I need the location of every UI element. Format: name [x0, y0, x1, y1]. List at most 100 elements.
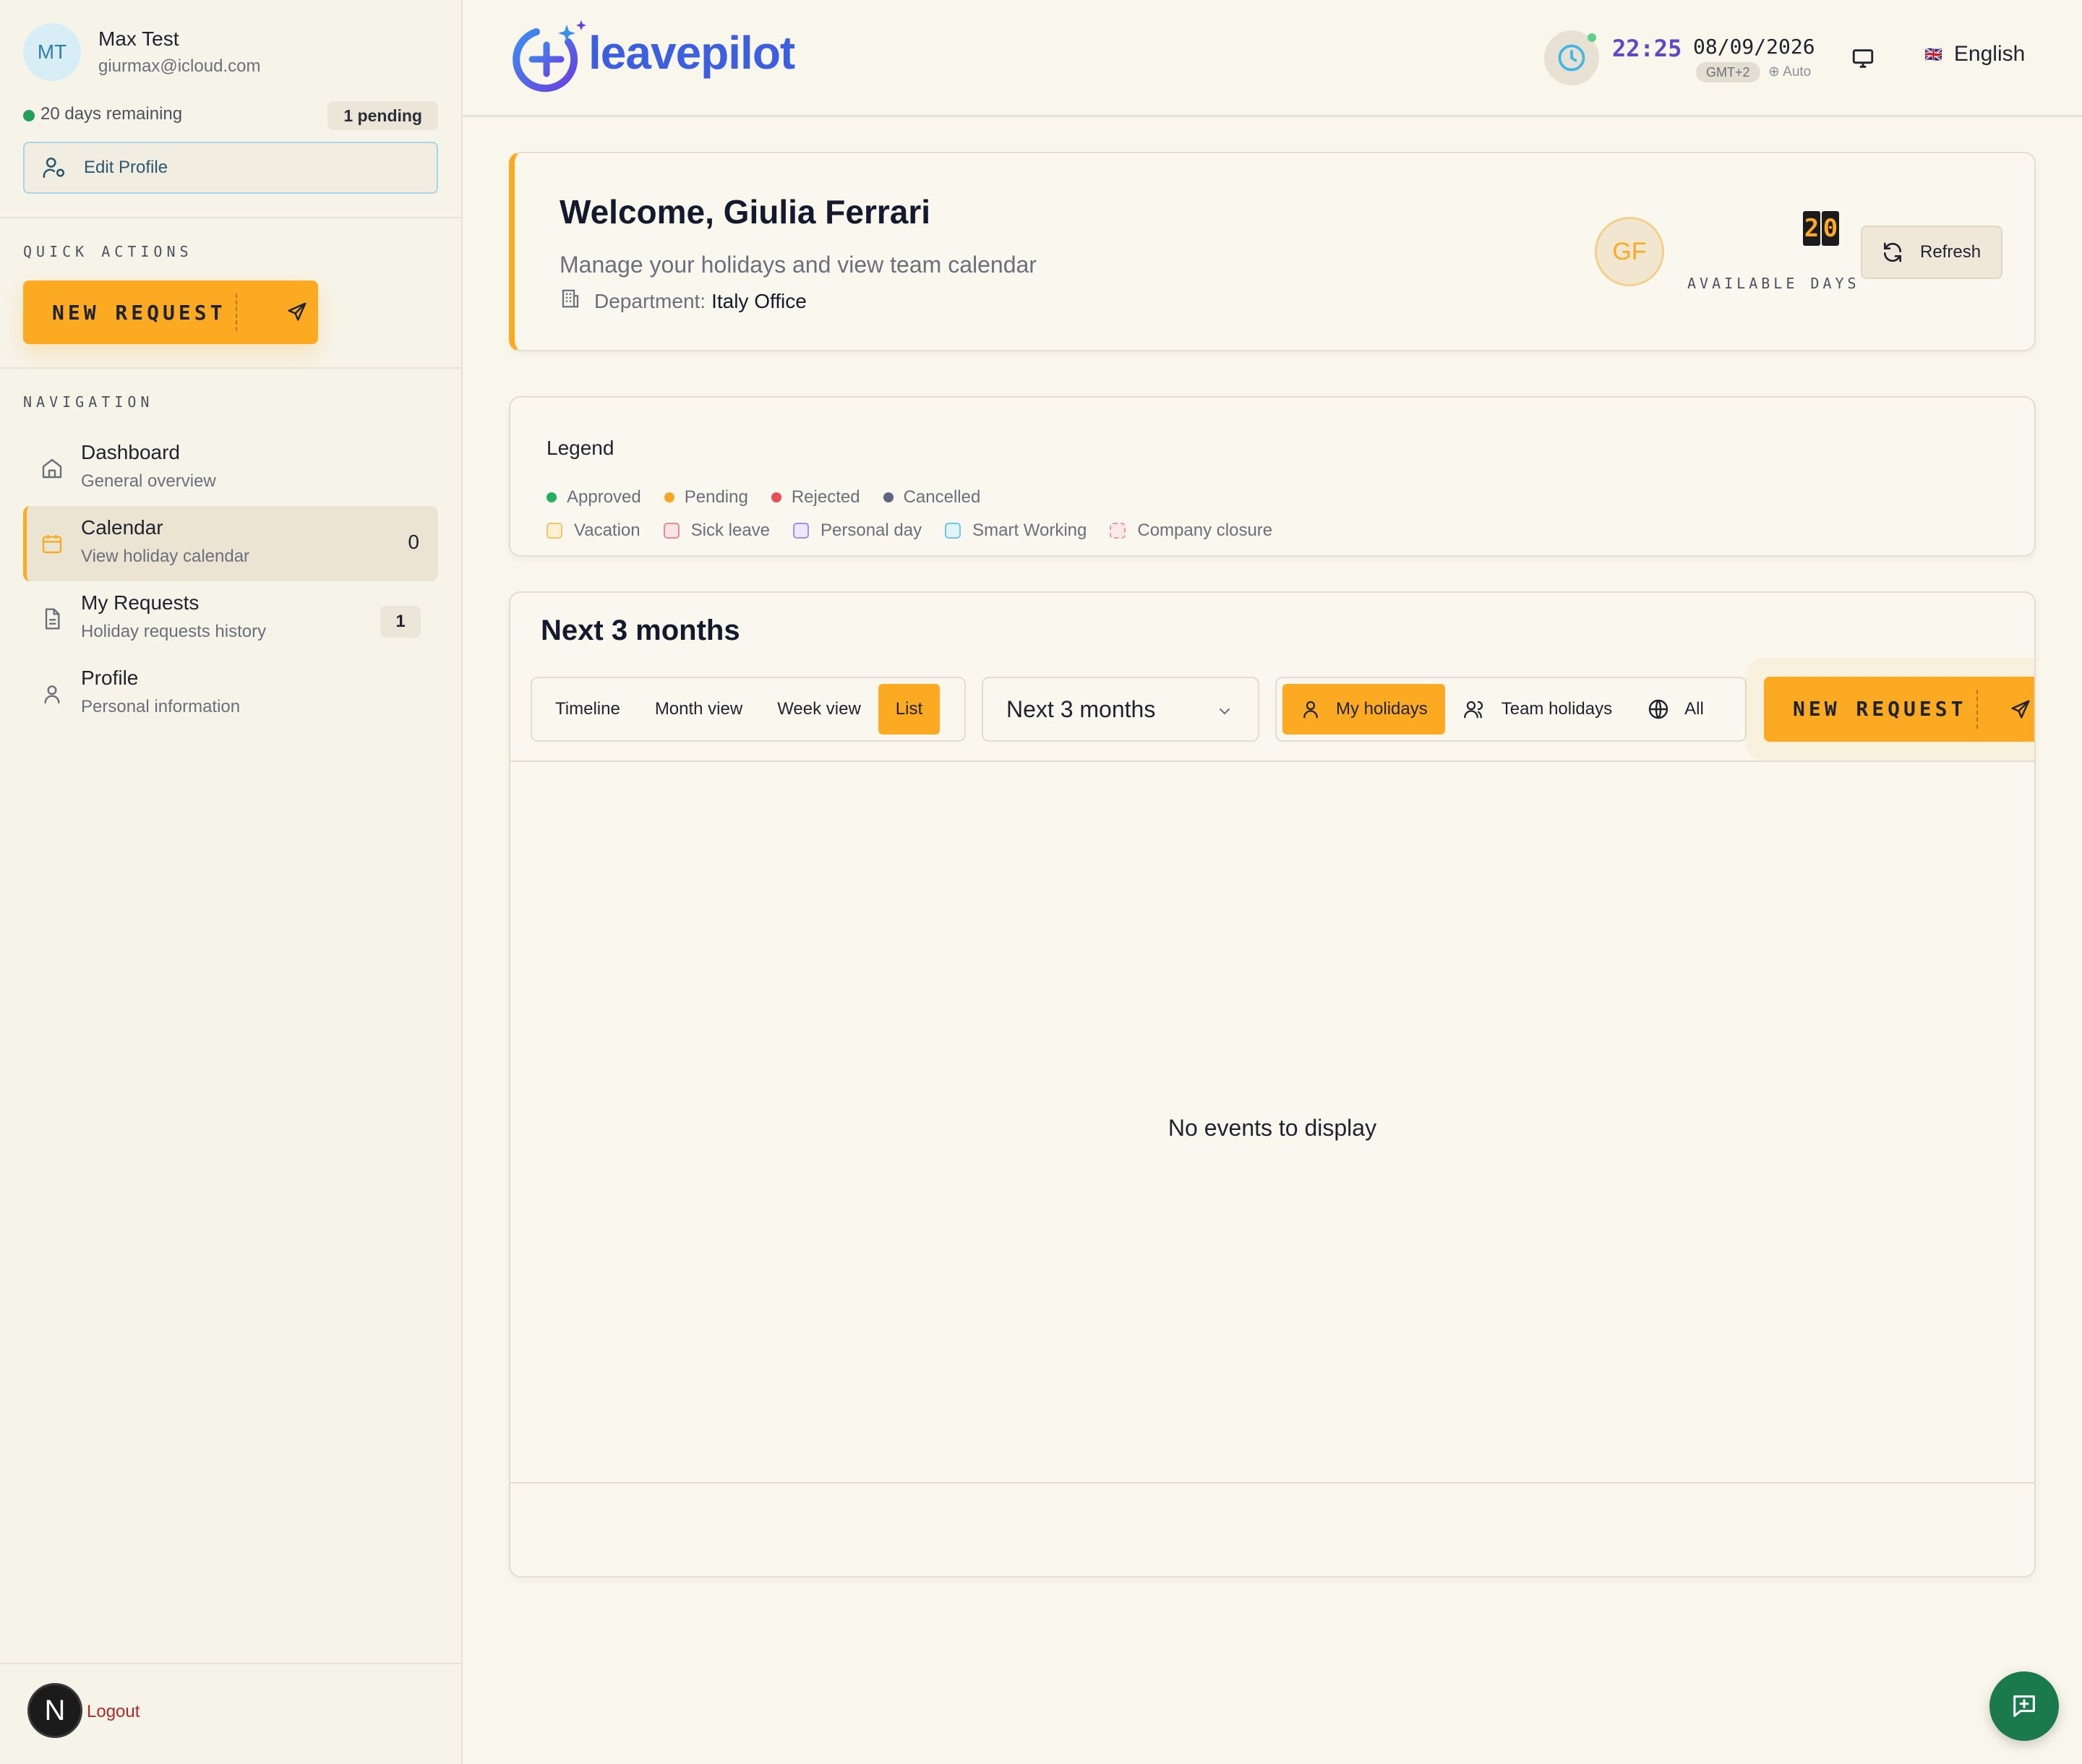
top-header: leavepilot 22:25 08/09/2026 GMT+2 ⊕ Auto… — [463, 0, 2082, 117]
nav-item-subtitle: Holiday requests history — [81, 622, 267, 641]
filter-label: My holidays — [1336, 699, 1428, 719]
view-week[interactable]: Week view — [760, 684, 878, 735]
legend-item-company-closure: Company closure — [1110, 521, 1272, 541]
document-icon — [40, 607, 64, 634]
available-days-counter: 2 0 — [1803, 211, 1839, 246]
online-dot-icon — [1588, 33, 1596, 42]
company-closure-swatch-icon — [1110, 523, 1126, 539]
legend-item-cancelled: Cancelled — [883, 487, 981, 508]
send-icon — [286, 301, 308, 326]
welcome-title: Welcome, Giulia Ferrari — [560, 193, 931, 231]
send-icon — [2010, 698, 2031, 724]
legend-label: Cancelled — [903, 487, 981, 507]
calendar-card: Next 3 months Timeline Month view Week v… — [509, 591, 2036, 1577]
pending-dot-icon — [664, 492, 674, 502]
nav-item-dashboard[interactable]: Dashboard General overview — [23, 431, 438, 506]
home-icon — [40, 457, 64, 484]
nav-item-title: Dashboard — [81, 441, 180, 463]
chat-button[interactable] — [1989, 1671, 2059, 1741]
new-request-label: NEW REQUEST — [52, 301, 226, 325]
personal-day-swatch-icon — [793, 523, 810, 539]
legend-label: Sick leave — [690, 521, 771, 540]
building-icon — [560, 288, 581, 314]
calendar-title: Next 3 months — [541, 615, 740, 646]
nav-item-subtitle: View holiday calendar — [81, 547, 250, 566]
event-list: No events to display — [510, 761, 2034, 1483]
user-email: giurmax@icloud.com — [98, 56, 261, 76]
nav-item-title: Calendar — [81, 516, 163, 539]
nav-item-subtitle: General overview — [81, 471, 216, 491]
current-date: 08/09/2026 — [1693, 35, 1815, 59]
sick-leave-swatch-icon — [663, 523, 680, 539]
days-digit: 0 — [1822, 211, 1839, 246]
display-mode-icon[interactable] — [1851, 46, 1875, 74]
nav-item-my-requests[interactable]: My Requests Holiday requests history 1 — [23, 581, 438, 656]
welcome-subtitle: Manage your holidays and view team calen… — [560, 252, 1037, 278]
user-icon — [40, 682, 64, 709]
language-selector[interactable]: 🇬🇧 English — [1924, 42, 2025, 67]
refresh-button[interactable]: Refresh — [1861, 226, 2002, 279]
cancelled-dot-icon — [883, 492, 894, 502]
department-row: Department: Italy Office — [560, 288, 807, 314]
sidebar: MT Max Test giurmax@icloud.com 20 days r… — [0, 0, 463, 1764]
legend-item-pending: Pending — [664, 487, 748, 508]
nav-item-calendar[interactable]: Calendar View holiday calendar 0 — [23, 506, 438, 581]
legend-item-personal-day: Personal day — [793, 521, 922, 541]
new-request-button-sidebar[interactable]: NEW REQUEST — [23, 281, 318, 344]
calendar-icon — [40, 532, 64, 559]
globe-icon — [1648, 699, 1668, 719]
user-icon — [1303, 701, 1318, 719]
view-month[interactable]: Month view — [638, 684, 760, 735]
legend-item-sick-leave: Sick leave — [663, 521, 771, 541]
nav-item-count: 0 — [408, 531, 419, 553]
account-avatar[interactable]: N — [27, 1683, 82, 1738]
legend-label: Personal day — [821, 521, 922, 540]
logo-icon[interactable] — [512, 20, 591, 99]
quick-actions-title: QUICK ACTIONS — [23, 243, 193, 260]
legend-label: Approved — [567, 487, 641, 507]
user-name: Max Test — [98, 27, 179, 50]
refresh-icon — [1884, 242, 1901, 262]
rejected-dot-icon — [771, 492, 781, 502]
button-separator — [1976, 690, 1978, 729]
nav-item-badge: 1 — [380, 606, 421, 638]
empty-state-message: No events to display — [1168, 1115, 1377, 1141]
user-cog-icon — [43, 157, 65, 179]
remaining-row: 20 days remaining 1 pending — [23, 101, 438, 130]
status-dot-icon — [23, 110, 35, 121]
user-avatar: MT — [23, 23, 81, 81]
nav-item-title: Profile — [81, 667, 139, 689]
new-request-label: NEW REQUEST — [1793, 697, 1967, 721]
refresh-label: Refresh — [1920, 242, 1982, 262]
new-request-button-main[interactable]: NEW REQUEST — [1764, 677, 2034, 742]
logout-area: N Logout — [0, 1663, 461, 1764]
filter-label: All — [1684, 699, 1704, 719]
range-select-value: Next 3 months — [1006, 695, 1156, 722]
legend-status-row: Approved Pending Rejected Cancelled — [547, 487, 1003, 508]
days-remaining: 20 days remaining — [40, 104, 183, 124]
logo-text: leavepilot — [588, 27, 795, 79]
view-list[interactable]: List — [878, 684, 941, 735]
legend-label: Rejected — [791, 487, 860, 507]
button-separator — [236, 294, 237, 331]
welcome-card: Welcome, Giulia Ferrari Manage your holi… — [509, 152, 2036, 351]
divider — [0, 217, 461, 218]
legend-label: Vacation — [574, 521, 641, 540]
divider — [0, 367, 461, 369]
edit-profile-button[interactable]: Edit Profile — [23, 142, 438, 194]
users-icon — [1463, 701, 1483, 719]
legend-label: Smart Working — [972, 521, 1087, 540]
timezone-auto: ⊕ Auto — [1768, 64, 1812, 80]
view-timeline[interactable]: Timeline — [538, 684, 638, 735]
legend-item-smart-working: Smart Working — [945, 521, 1087, 541]
timezone-auto-label: Auto — [1783, 64, 1812, 80]
range-select[interactable]: Next 3 months — [982, 677, 1259, 742]
nav-item-title: My Requests — [81, 591, 200, 614]
filter-my-holidays[interactable]: My holidays — [1282, 684, 1445, 735]
legend-item-vacation: Vacation — [547, 521, 641, 541]
filter-team-holidays[interactable]: Team holidays — [1445, 684, 1629, 735]
nav-item-profile[interactable]: Profile Personal information — [23, 656, 438, 732]
vacation-swatch-icon — [547, 523, 562, 539]
logout-link[interactable]: Logout — [87, 1702, 140, 1722]
filter-all[interactable]: All — [1629, 684, 1721, 735]
